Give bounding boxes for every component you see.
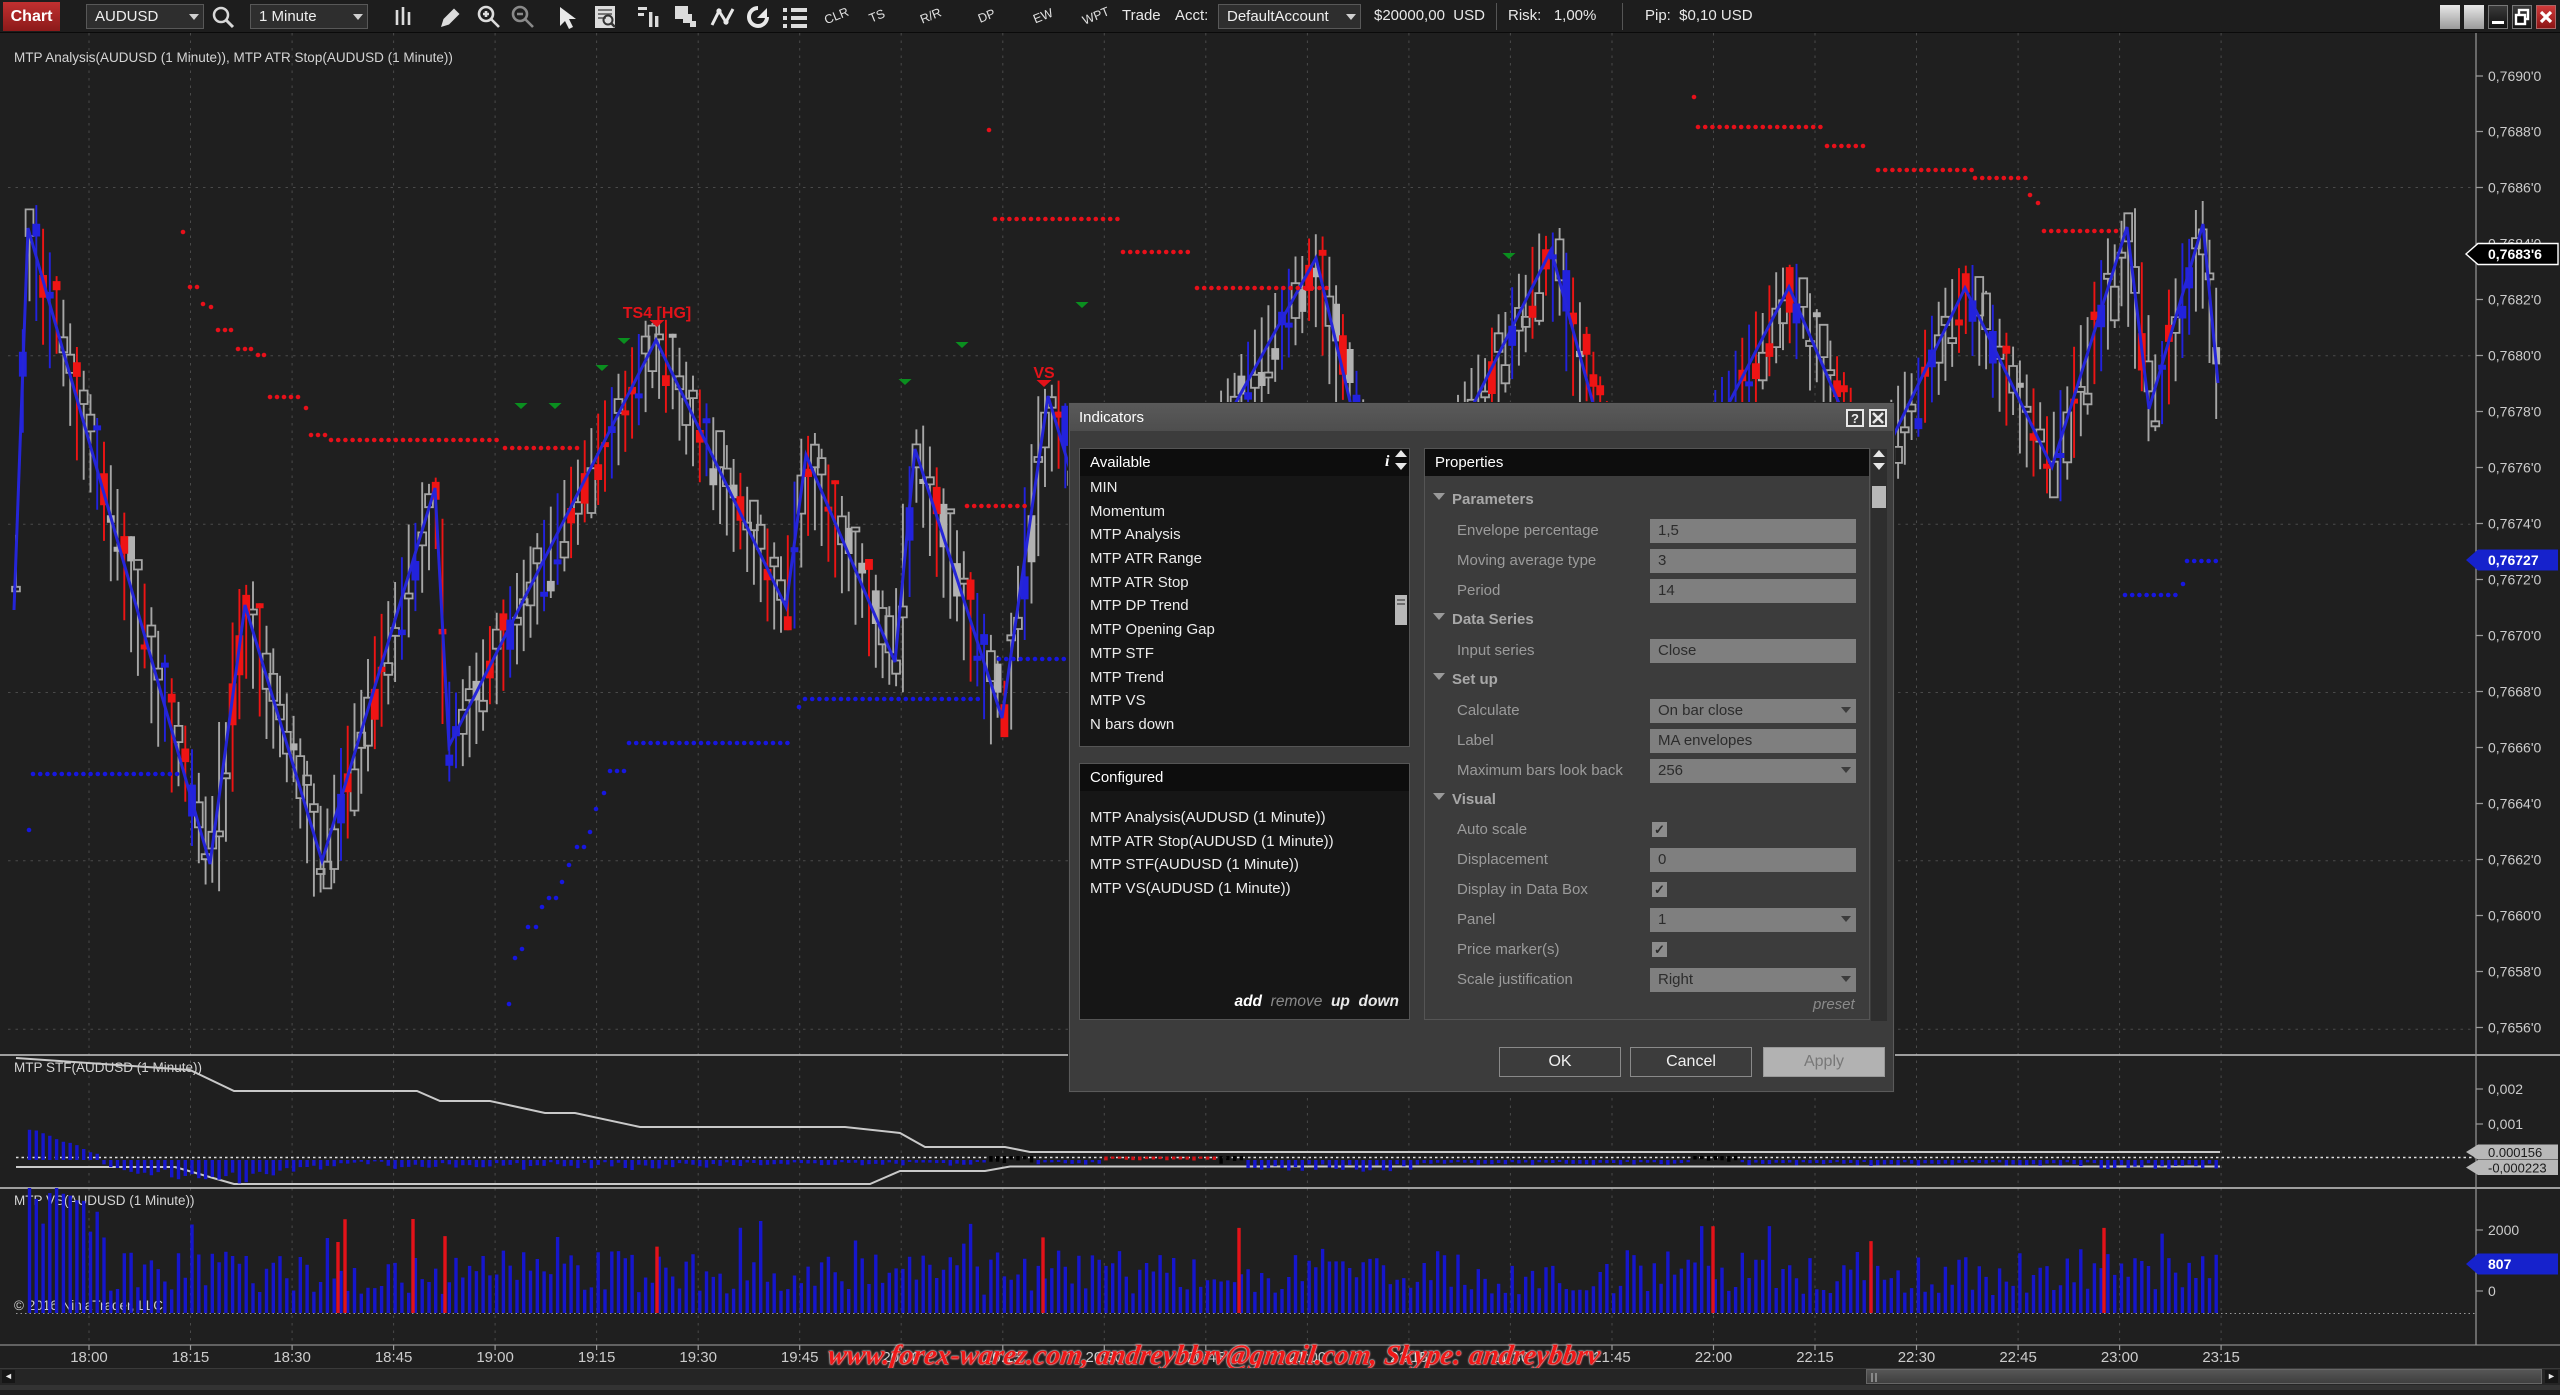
svg-text:807: 807: [2488, 1256, 2512, 1272]
svg-text:0,7662'0: 0,7662'0: [2488, 852, 2541, 868]
svg-text:0,7666'0: 0,7666'0: [2488, 740, 2541, 756]
svg-text:0,7688'0: 0,7688'0: [2488, 124, 2541, 140]
svg-text:VS: VS: [1033, 365, 1055, 382]
svg-text:19:30: 19:30: [679, 1349, 717, 1366]
svg-text:19:00: 19:00: [476, 1349, 514, 1366]
svg-text:0,001: 0,001: [2488, 1116, 2523, 1132]
svg-text:-0,000223: -0,000223: [2488, 1161, 2547, 1176]
svg-text:0,7683'6: 0,7683'6: [2488, 246, 2542, 262]
svg-text:0,76727: 0,76727: [2488, 552, 2539, 568]
svg-text:0,7686'0: 0,7686'0: [2488, 180, 2541, 196]
svg-text:0,002: 0,002: [2488, 1081, 2523, 1097]
svg-text:22:15: 22:15: [1796, 1349, 1834, 1366]
svg-text:23:15: 23:15: [2202, 1349, 2240, 1366]
svg-text:0,7690'0: 0,7690'0: [2488, 68, 2541, 84]
svg-text:2000: 2000: [2488, 1222, 2519, 1238]
svg-text:MTP VS(AUDUSD (1 Minute)): MTP VS(AUDUSD (1 Minute)): [14, 1193, 195, 1208]
svg-text:18:45: 18:45: [375, 1349, 413, 1366]
svg-text:MTP STF(AUDUSD (1 Minute)): MTP STF(AUDUSD (1 Minute)): [14, 1060, 202, 1075]
svg-text:0,7670'0: 0,7670'0: [2488, 628, 2541, 644]
svg-text:0.000156: 0.000156: [2488, 1145, 2542, 1160]
svg-text:18:00: 18:00: [70, 1349, 108, 1366]
svg-text:0,7660'0: 0,7660'0: [2488, 908, 2541, 924]
svg-text:0,7656'0: 0,7656'0: [2488, 1020, 2541, 1036]
svg-text:0,7672'0: 0,7672'0: [2488, 572, 2541, 588]
svg-text:0,7676'0: 0,7676'0: [2488, 460, 2541, 476]
svg-text:0: 0: [2488, 1283, 2496, 1299]
svg-text:0,7680'0: 0,7680'0: [2488, 348, 2541, 364]
svg-text:22:45: 22:45: [1999, 1349, 2037, 1366]
svg-text:18:15: 18:15: [172, 1349, 210, 1366]
svg-text:22:30: 22:30: [1898, 1349, 1936, 1366]
svg-text:TS4 [HG]: TS4 [HG]: [623, 305, 691, 322]
svg-text:23:00: 23:00: [2101, 1349, 2139, 1366]
svg-text:0,7664'0: 0,7664'0: [2488, 796, 2541, 812]
svg-text:0,7674'0: 0,7674'0: [2488, 516, 2541, 532]
svg-text:22:00: 22:00: [1695, 1349, 1733, 1366]
svg-text:19:45: 19:45: [781, 1349, 819, 1366]
svg-text:18:30: 18:30: [273, 1349, 311, 1366]
svg-text:0,7678'0: 0,7678'0: [2488, 404, 2541, 420]
svg-text:19:15: 19:15: [578, 1349, 616, 1366]
svg-text:0,7682'0: 0,7682'0: [2488, 292, 2541, 308]
svg-text:0,7658'0: 0,7658'0: [2488, 964, 2541, 980]
svg-text:MTP Analysis(AUDUSD (1 Minute): MTP Analysis(AUDUSD (1 Minute)), MTP ATR…: [14, 50, 453, 65]
svg-text:0,7668'0: 0,7668'0: [2488, 684, 2541, 700]
